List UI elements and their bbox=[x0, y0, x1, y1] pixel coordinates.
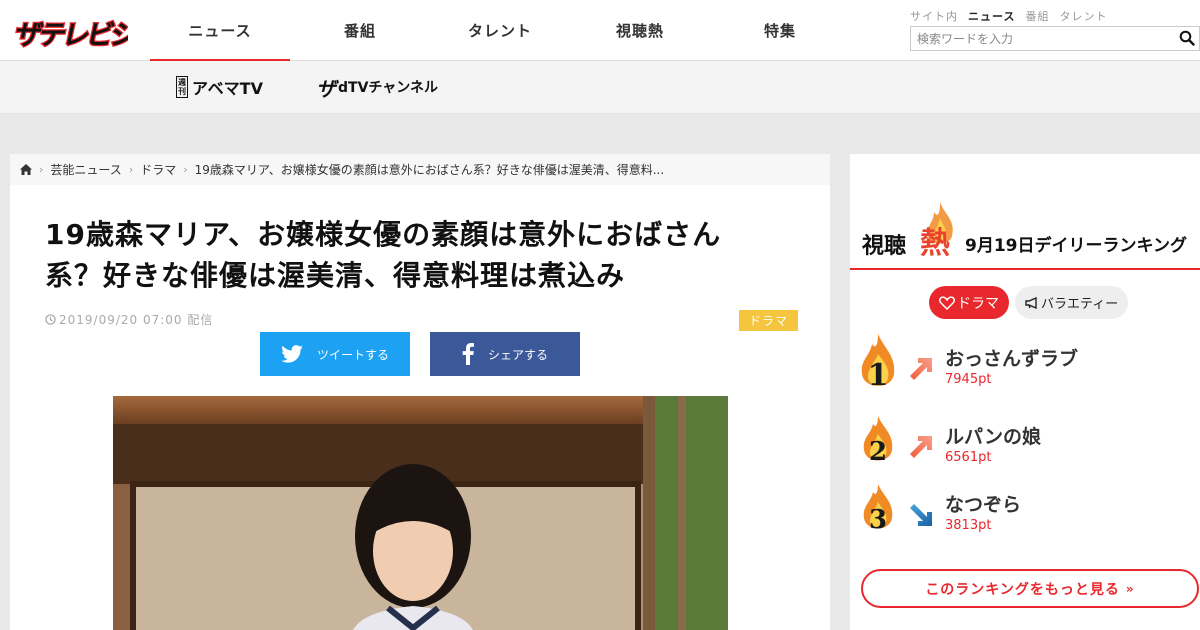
rank-item-points: 6561pt bbox=[945, 450, 992, 465]
ranking-sidebar: 視聴 熱 9月19日デイリーランキング ドラマ バラエティー 1 おっさんずラブ… bbox=[850, 154, 1200, 630]
ranking-title: 視聴 bbox=[862, 234, 907, 259]
rank-item-points: 3813pt bbox=[945, 518, 992, 533]
nav-features[interactable]: 特集 bbox=[710, 0, 850, 61]
tab-variety-label: バラエティー bbox=[1041, 297, 1119, 312]
ranking-item[interactable]: 2 ルパンの娘 6561pt bbox=[858, 412, 1198, 472]
search-input[interactable] bbox=[911, 27, 1171, 50]
more-ranking-label: このランキングをもっと見る bbox=[925, 581, 1120, 598]
trend-down-icon bbox=[910, 504, 932, 526]
dtv-channel-link[interactable]: ザ dTVチャンネル bbox=[316, 71, 438, 103]
rank-2-badge: 2 bbox=[863, 416, 893, 467]
tab-variety[interactable]: バラエティー bbox=[1015, 286, 1129, 319]
rank-item-name: なつぞら bbox=[945, 494, 1022, 516]
article-title: 19歳森マリア、お嬢様女優の素顔は意外におばさん 系？好きな俳優は渥美清、得意料… bbox=[45, 214, 765, 296]
facebook-share-button[interactable]: シェアする bbox=[430, 332, 580, 376]
nav-news[interactable]: ニュース bbox=[150, 0, 290, 62]
chevron-right-icon: › bbox=[39, 163, 44, 176]
dtv-label: dTVチャンネル bbox=[338, 80, 438, 96]
article-title-line1: 19歳森マリア、お嬢様女優の素顔は意外におばさん bbox=[45, 218, 722, 251]
breadcrumb-drama[interactable]: ドラマ bbox=[140, 161, 176, 178]
nav-shichonetsu[interactable]: 視聴熱 bbox=[570, 0, 710, 61]
publish-date: 2019/09/20 07:00 配信 bbox=[59, 313, 214, 327]
ranking-date-label: 9月19日デイリーランキング bbox=[965, 236, 1187, 256]
svg-text:ザテレビジョン: ザテレビジョン bbox=[12, 20, 128, 51]
scope-news[interactable]: ニュース bbox=[968, 8, 1015, 24]
main-nav: ニュース 番組 タレント 視聴熱 特集 bbox=[150, 0, 850, 62]
ranking-item[interactable]: 3 なつぞら 3813pt bbox=[858, 480, 1198, 540]
rank-1-badge: 1 bbox=[861, 334, 895, 393]
scope-talent[interactable]: タレント bbox=[1059, 8, 1107, 24]
za-mark: ザ bbox=[316, 76, 336, 101]
article-meta: 2019/09/20 07:00 配信 bbox=[45, 311, 213, 328]
scope-programs[interactable]: 番組 bbox=[1025, 8, 1049, 24]
article: › 芸能ニュース › ドラマ › 19歳森マリア、お嬢様女優の素顔は意外におばさ… bbox=[10, 154, 830, 630]
abema-tv-link[interactable]: 週刊 アベマTV bbox=[176, 71, 263, 103]
nav-talent[interactable]: タレント bbox=[430, 0, 570, 61]
twitter-icon bbox=[281, 345, 303, 363]
ranking-title-hot: 熱 bbox=[920, 226, 950, 261]
abema-label: アベマTV bbox=[192, 79, 263, 98]
weekly-mark: 週刊 bbox=[176, 76, 188, 98]
double-chevron-down-icon: » bbox=[1125, 581, 1135, 596]
trend-up-icon bbox=[910, 358, 932, 380]
breadcrumb-current: 19歳森マリア、お嬢様女優の素顔は意外におばさん系？好きな俳優は渥美清、得意料.… bbox=[194, 163, 665, 177]
scope-site[interactable]: サイト内 bbox=[910, 8, 958, 24]
search-box bbox=[910, 26, 1200, 51]
search-icon[interactable] bbox=[1179, 30, 1195, 46]
ranking-item[interactable]: 1 おっさんずラブ 7945pt bbox=[858, 334, 1198, 394]
trend-up-icon bbox=[910, 436, 932, 458]
ranking-header: 視聴 熱 9月19日デイリーランキング bbox=[850, 194, 1200, 270]
heart-icon bbox=[939, 295, 955, 310]
clock-icon bbox=[45, 314, 56, 325]
rank-item-name: ルパンの娘 bbox=[945, 426, 1041, 448]
breadcrumb-entertainment-news[interactable]: 芸能ニュース bbox=[50, 161, 121, 178]
chevron-right-icon: › bbox=[128, 163, 134, 176]
partner-bar: 週刊 アベマTV ザ dTVチャンネル bbox=[0, 61, 1200, 114]
rank-3-badge: 3 bbox=[863, 484, 893, 535]
svg-text:2: 2 bbox=[869, 437, 887, 467]
search-scope-tabs: サイト内 ニュース 番組 タレント bbox=[910, 8, 1107, 24]
category-tag-drama[interactable]: ドラマ bbox=[739, 310, 799, 331]
more-ranking-button[interactable]: このランキングをもっと見る » bbox=[861, 569, 1199, 608]
rank-item-name: おっさんずラブ bbox=[945, 348, 1079, 370]
facebook-icon bbox=[462, 343, 474, 365]
site-logo[interactable]: ザテレビジョン bbox=[10, 12, 189, 52]
breadcrumb: › 芸能ニュース › ドラマ › 19歳森マリア、お嬢様女優の素顔は意外におばさ… bbox=[10, 154, 830, 185]
tab-drama[interactable]: ドラマ bbox=[929, 286, 1009, 319]
ranking-tabs: ドラマ バラエティー bbox=[929, 286, 1129, 319]
svg-text:1: 1 bbox=[868, 358, 889, 393]
twitter-share-button[interactable]: ツイートする bbox=[260, 332, 410, 376]
twitter-share-label: ツイートする bbox=[316, 347, 389, 362]
home-icon[interactable] bbox=[20, 164, 32, 175]
nav-programs[interactable]: 番組 bbox=[290, 0, 430, 61]
article-title-line2: 系？好きな俳優は渥美清、得意料理は煮込み bbox=[45, 259, 626, 292]
chevron-right-icon: › bbox=[183, 163, 188, 176]
svg-text:3: 3 bbox=[869, 505, 887, 535]
site-header: ザテレビジョン ニュース 番組 タレント 視聴熱 特集 サイト内 ニュース 番組… bbox=[0, 0, 1200, 62]
tab-drama-label: ドラマ bbox=[957, 295, 999, 312]
rank-item-points: 7945pt bbox=[945, 372, 992, 387]
article-photo bbox=[113, 396, 728, 630]
megaphone-icon bbox=[1025, 296, 1037, 309]
facebook-share-label: シェアする bbox=[487, 347, 548, 362]
